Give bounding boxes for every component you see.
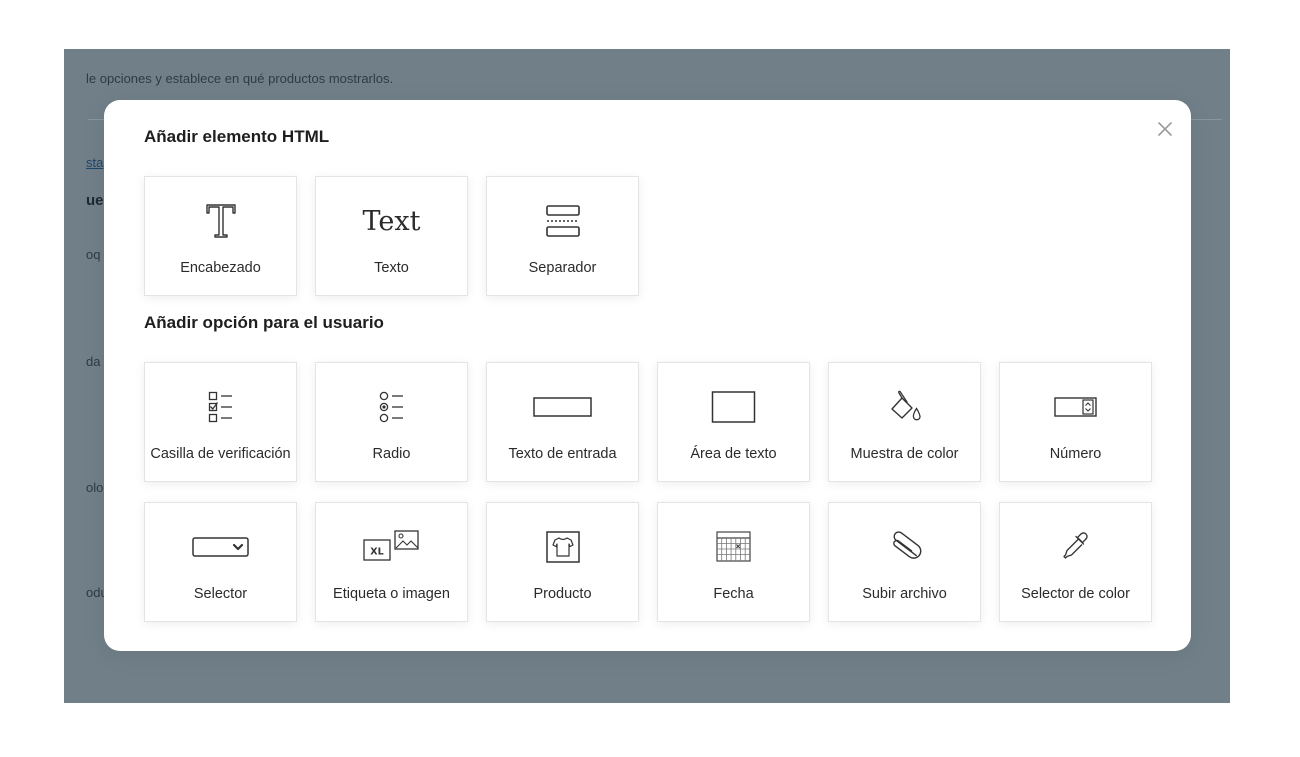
- user-options-grid: Casilla de verificación Radio Texto de e…: [144, 362, 1152, 622]
- option-select-card[interactable]: Selector: [144, 502, 297, 622]
- option-input-text-card[interactable]: Texto de entrada: [486, 362, 639, 482]
- option-color-picker-card[interactable]: Selector de color: [999, 502, 1152, 622]
- heading-icon: [205, 204, 236, 238]
- paperclip-icon: [892, 531, 921, 559]
- element-heading-card[interactable]: Encabezado: [144, 176, 297, 296]
- option-label: Radio: [372, 446, 411, 462]
- option-label: Subir archivo: [862, 586, 947, 602]
- option-label: Selector: [193, 586, 248, 602]
- background-text-fragment: olo: [86, 480, 104, 495]
- textarea-icon: [711, 391, 755, 423]
- option-product-card[interactable]: Producto: [486, 502, 639, 622]
- calendar-icon: [715, 531, 751, 562]
- option-number-card[interactable]: Número: [999, 362, 1152, 482]
- option-label-image-card[interactable]: XL Etiqueta o imagen: [315, 502, 468, 622]
- option-date-card[interactable]: Fecha: [657, 502, 810, 622]
- html-elements-grid: Encabezado Text Texto Separador: [144, 176, 1152, 296]
- option-checkbox-card[interactable]: Casilla de verificación: [144, 362, 297, 482]
- option-color-swatch-card[interactable]: Muestra de color: [828, 362, 981, 482]
- input-field-icon: [532, 397, 592, 417]
- option-label: Texto de entrada: [508, 446, 617, 462]
- background-description: le opciones y establece en qué productos…: [86, 71, 394, 86]
- number-stepper-icon: [1053, 397, 1097, 417]
- element-label: Separador: [528, 260, 597, 276]
- close-button[interactable]: [1154, 118, 1176, 140]
- close-icon: [1158, 122, 1172, 136]
- option-label: Fecha: [713, 586, 754, 602]
- element-text-card[interactable]: Text Texto: [315, 176, 468, 296]
- option-textarea-card[interactable]: Área de texto: [657, 362, 810, 482]
- option-label: Muestra de color: [850, 446, 959, 462]
- eyedropper-icon: [1062, 532, 1088, 559]
- text-icon: Text: [362, 205, 421, 237]
- option-label: Producto: [533, 586, 592, 602]
- tshirt-icon: [545, 531, 580, 563]
- background-link: sta: [86, 155, 104, 170]
- dropdown-select-icon: [191, 537, 249, 557]
- paint-bucket-icon: [890, 390, 921, 421]
- option-label: Selector de color: [1021, 586, 1130, 602]
- option-label: Área de texto: [690, 446, 777, 462]
- option-label: Casilla de verificación: [150, 446, 291, 462]
- element-label: Encabezado: [180, 260, 261, 276]
- option-upload-card[interactable]: Subir archivo: [828, 502, 981, 622]
- background-text-fragment: oq: [86, 247, 101, 262]
- separator-icon: [545, 205, 580, 237]
- option-label: Etiqueta o imagen: [333, 586, 450, 602]
- svg-text:XL: XL: [370, 547, 383, 558]
- label-image-icon: XL: [362, 530, 419, 561]
- element-separator-card[interactable]: Separador: [486, 176, 639, 296]
- option-radio-card[interactable]: Radio: [315, 362, 468, 482]
- radio-list-icon: [379, 391, 403, 423]
- checkbox-list-icon: [208, 391, 232, 423]
- user-section-title: Añadir opción para el usuario: [144, 313, 384, 332]
- html-section-title: Añadir elemento HTML: [144, 127, 330, 146]
- option-label: Número: [1049, 446, 1102, 462]
- element-label: Texto: [374, 260, 409, 276]
- background-text-fragment: da: [86, 354, 101, 369]
- add-element-modal: Añadir elemento HTML Encabezado Text Tex…: [104, 100, 1191, 651]
- background-heading: ue: [86, 192, 104, 209]
